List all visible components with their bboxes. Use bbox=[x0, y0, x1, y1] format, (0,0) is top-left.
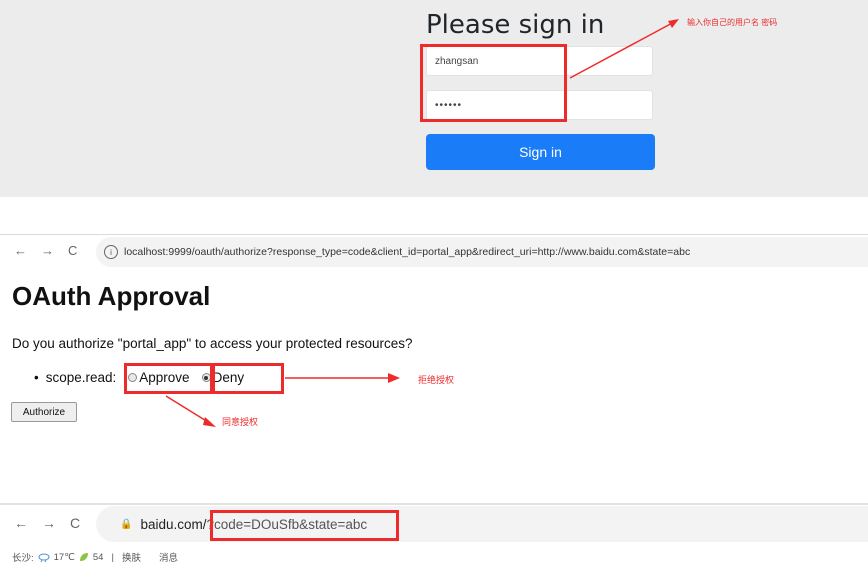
address-url: localhost:9999/oauth/authorize?response_… bbox=[124, 246, 691, 258]
info-icon[interactable]: i bbox=[104, 245, 118, 259]
page-title: OAuth Approval bbox=[12, 281, 211, 311]
browser-nav: ← → C bbox=[14, 515, 80, 531]
lock-icon[interactable]: 🔒 bbox=[120, 519, 132, 530]
separator bbox=[0, 503, 868, 505]
leaf-icon bbox=[79, 553, 88, 561]
weather-city: 长沙: bbox=[12, 553, 34, 564]
deny-annotation: 拒绝授权 bbox=[418, 375, 455, 385]
cloud-rain-icon bbox=[38, 553, 50, 562]
skin-link[interactable]: 换肤 bbox=[122, 550, 141, 564]
weather-temp: 17℃ bbox=[53, 551, 75, 563]
news-link[interactable]: 消息 bbox=[159, 550, 178, 564]
authorize-question: Do you authorize "portal_app" to access … bbox=[12, 336, 413, 351]
credentials-arrow bbox=[569, 19, 679, 79]
forward-arrow-icon[interactable]: → bbox=[41, 243, 54, 258]
back-arrow-icon[interactable]: ← bbox=[14, 243, 27, 258]
separator-bar: | bbox=[111, 551, 114, 563]
reload-icon[interactable]: C bbox=[70, 515, 80, 531]
authorize-button[interactable]: Authorize bbox=[11, 402, 77, 422]
approve-annotation: 同意授权 bbox=[222, 417, 259, 427]
code-highlight-box bbox=[210, 510, 399, 541]
back-arrow-icon[interactable]: ← bbox=[14, 515, 28, 531]
approval-arrows bbox=[165, 373, 400, 427]
aqi-value: 54 bbox=[92, 551, 104, 563]
address-host: baidu.com/ bbox=[140, 516, 207, 532]
reload-icon[interactable]: C bbox=[68, 243, 77, 258]
address-bar[interactable]: i localhost:9999/oauth/authorize?respons… bbox=[96, 237, 868, 267]
credentials-annotation: 输入你自己的用户名 密码 bbox=[687, 18, 778, 27]
forward-arrow-icon[interactable]: → bbox=[42, 515, 56, 531]
separator bbox=[0, 234, 868, 235]
weather-widget: 长沙: 17℃ 54 | 换肤 消息 bbox=[12, 550, 178, 565]
browser-nav: ← → C bbox=[14, 243, 77, 258]
